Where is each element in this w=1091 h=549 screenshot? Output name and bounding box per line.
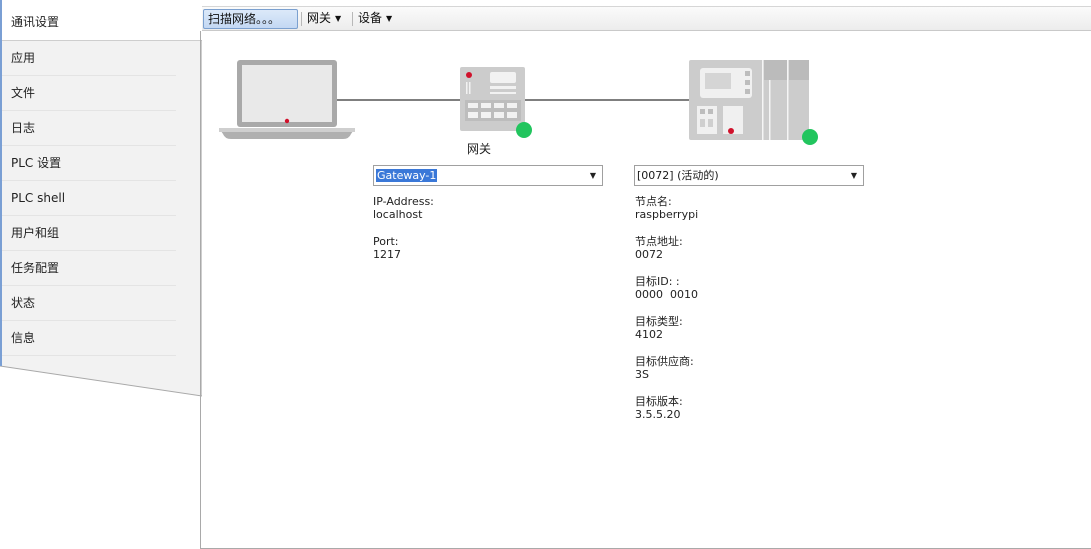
gateway-icon[interactable] bbox=[460, 67, 525, 131]
device-menu-button[interactable]: 设备 ▼ bbox=[354, 9, 396, 29]
target-type-label: 目标类型: bbox=[635, 315, 683, 328]
toolbar-separator bbox=[352, 12, 353, 26]
node-name-value: raspberrypi bbox=[635, 208, 699, 221]
scan-network-label: 扫描网络。。。 bbox=[208, 12, 281, 26]
sidebar-item-plc-settings[interactable]: PLC 设置 bbox=[2, 146, 176, 181]
sidebar-item-task-configuration[interactable]: 任务配置 bbox=[2, 251, 176, 286]
target-id-label: 目标ID: : bbox=[635, 275, 680, 288]
sidebar-item-label: 信息 bbox=[11, 331, 36, 345]
gateway-select-value: Gateway-1 bbox=[376, 169, 438, 182]
sidebar-item-label: 任务配置 bbox=[11, 261, 60, 275]
sidebar-item-plc-shell[interactable]: PLC shell bbox=[2, 181, 176, 216]
sidebar: 通讯设置 应用 文件 日志 PLC 设置 PLC shell 用户和组 任务配置… bbox=[0, 0, 202, 549]
device-select-value: [0072] (活动的) bbox=[637, 169, 719, 182]
port-label: Port: bbox=[373, 235, 399, 248]
target-version-label: 目标版本: bbox=[635, 395, 683, 408]
node-address-label: 节点地址: bbox=[635, 235, 683, 248]
chevron-down-icon: ▼ bbox=[850, 171, 857, 180]
device-menu-label: 设备 bbox=[358, 11, 383, 25]
toolbar-separator bbox=[301, 12, 302, 26]
node-name-label: 节点名: bbox=[635, 195, 672, 208]
target-type-value: 4102 bbox=[635, 328, 663, 341]
scan-network-button[interactable]: 扫描网络。。。 bbox=[203, 9, 298, 29]
target-version-value: 3.5.5.20 bbox=[635, 408, 681, 421]
sidebar-item-files[interactable]: 文件 bbox=[2, 76, 176, 111]
app-window: 通讯设置 应用 文件 日志 PLC 设置 PLC shell 用户和组 任务配置… bbox=[0, 0, 1091, 549]
gateway-caption: 网关 bbox=[467, 142, 492, 156]
sidebar-item-log[interactable]: 日志 bbox=[2, 111, 176, 146]
plc-device-icon[interactable] bbox=[689, 60, 809, 140]
plc-status-indicator bbox=[802, 129, 818, 145]
device-select[interactable]: [0072] (活动的) ▼ bbox=[634, 165, 864, 186]
port-value: 1217 bbox=[373, 248, 401, 261]
gateway-menu-label: 网关 bbox=[307, 11, 332, 25]
sidebar-item-label: 通讯设置 bbox=[11, 15, 60, 29]
laptop-icon[interactable] bbox=[219, 60, 355, 139]
sidebar-item-label: 日志 bbox=[11, 121, 36, 135]
sidebar-item-label: 用户和组 bbox=[11, 226, 60, 240]
sidebar-item-label: 应用 bbox=[11, 51, 36, 65]
ip-address-label: IP-Address: bbox=[373, 195, 434, 208]
sidebar-item-label: 状态 bbox=[11, 296, 36, 310]
target-vendor-label: 目标供应商: bbox=[635, 355, 694, 368]
chevron-down-icon: ▼ bbox=[589, 171, 596, 180]
sidebar-item-label: 文件 bbox=[11, 86, 36, 100]
sidebar-item-communication-settings[interactable]: 通讯设置 bbox=[2, 4, 202, 40]
gateway-status-indicator bbox=[516, 122, 532, 138]
gateway-select[interactable]: Gateway-1 ▼ bbox=[373, 165, 603, 186]
sidebar-item-label: PLC shell bbox=[11, 191, 66, 205]
target-vendor-value: 3S bbox=[635, 368, 649, 381]
ip-address-value: localhost bbox=[373, 208, 423, 221]
sidebar-item-users-and-groups[interactable]: 用户和组 bbox=[2, 216, 176, 251]
sidebar-item-status[interactable]: 状态 bbox=[2, 286, 176, 321]
node-address-value: 0072 bbox=[635, 248, 663, 261]
sidebar-item-information[interactable]: 信息 bbox=[2, 321, 176, 356]
gateway-menu-button[interactable]: 网关 ▼ bbox=[303, 9, 345, 29]
network-topology bbox=[219, 60, 818, 145]
sidebar-item-label: PLC 设置 bbox=[11, 156, 62, 170]
toolbar: 扫描网络。。。 网关 ▼ 设备 ▼ bbox=[202, 6, 1091, 31]
communication-panel: 网关 Gateway-1 ▼ IP-Address: localhost Por… bbox=[200, 31, 1091, 549]
chevron-down-icon: ▼ bbox=[386, 14, 393, 23]
target-id-value: 0000 0010 bbox=[635, 288, 698, 301]
chevron-down-icon: ▼ bbox=[335, 14, 342, 23]
sidebar-item-applications[interactable]: 应用 bbox=[2, 41, 176, 76]
